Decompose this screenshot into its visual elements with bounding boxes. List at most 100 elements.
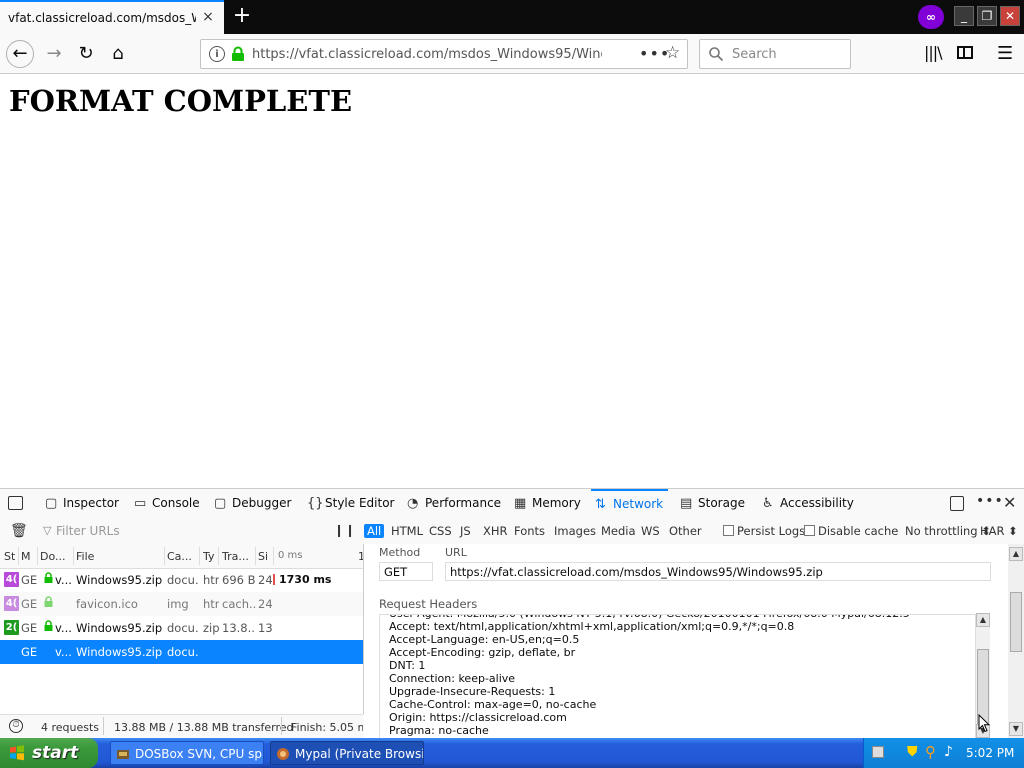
filter-media[interactable]: Media xyxy=(598,524,639,538)
reload-button[interactable]: ↻ xyxy=(72,40,100,68)
network-filter-bar: 🗑 ▽ Filter URLs ❙❙ All HTML CSS JS XHR F… xyxy=(0,518,1024,545)
close-window-button[interactable]: ✕ xyxy=(1000,6,1020,26)
details-scrollbar[interactable]: ▲ ▼ xyxy=(1008,544,1024,739)
filter-images[interactable]: Images xyxy=(551,524,599,538)
filter-urls-input[interactable]: Filter URLs xyxy=(56,524,120,538)
filter-other[interactable]: Other xyxy=(666,524,705,538)
new-tab-button[interactable]: + xyxy=(232,5,252,27)
request-size: 24 xyxy=(258,573,272,587)
column-divider[interactable] xyxy=(18,547,19,565)
element-picker-icon[interactable] xyxy=(8,496,23,510)
pause-icon[interactable]: ❙❙ xyxy=(334,523,356,537)
status-divider xyxy=(281,717,282,735)
tab-accessibility[interactable]: ♿ Accessibility xyxy=(758,489,854,518)
column-divider[interactable] xyxy=(37,547,38,565)
forward-button[interactable]: → xyxy=(40,40,68,68)
request-timing: 1730 ms xyxy=(279,573,332,586)
disable-cache-checkbox[interactable] xyxy=(804,525,815,536)
waterfall-header[interactable]: 0 ms xyxy=(278,550,318,561)
tab-network[interactable]: ⇅ Network xyxy=(591,489,668,520)
taskbar-item-dosbox[interactable]: DOSBox SVN, CPU sp... xyxy=(110,741,264,765)
request-headers-textarea[interactable]: User-Agent: Mozilla/5.0 (Windows NT 5.1;… xyxy=(379,614,976,741)
filter-xhr[interactable]: XHR xyxy=(480,524,511,538)
column-header[interactable]: M xyxy=(21,550,35,563)
storage-icon: ▤ xyxy=(680,496,693,511)
taskbar-item-label: DOSBox SVN, CPU sp... xyxy=(135,747,264,761)
column-header[interactable]: Ty xyxy=(203,550,217,563)
column-divider[interactable] xyxy=(255,547,256,565)
scroll-up-icon[interactable]: ▲ xyxy=(1009,547,1023,561)
table-row[interactable]: 2( GET v... Windows95.zip docu... zip 13… xyxy=(0,616,363,640)
mypal-icon xyxy=(277,748,289,760)
keyboard-icon[interactable] xyxy=(872,746,884,758)
volume-icon[interactable]: ♪ xyxy=(944,744,953,760)
bookmark-star-icon[interactable]: ☆ xyxy=(665,43,680,63)
tab-label: Debugger xyxy=(232,496,292,510)
tab-inspector[interactable]: ▢ Inspector xyxy=(41,489,119,518)
hamburger-menu-icon[interactable]: ☰ xyxy=(997,43,1013,64)
taskbar-item-mypal[interactable]: Mypal (Private Browsi... xyxy=(270,741,424,765)
column-header[interactable]: File xyxy=(76,550,156,563)
filter-html[interactable]: HTML xyxy=(388,524,426,538)
throttling-select[interactable]: No throttling ⬍ xyxy=(905,524,991,538)
maximize-button[interactable]: ❐ xyxy=(977,6,997,26)
tab-style-editor[interactable]: {} Style Editor xyxy=(303,489,394,518)
address-bar[interactable]: i https://vfat.classicreload.com/msdos_W… xyxy=(200,39,688,69)
filter-ws[interactable]: WS xyxy=(638,524,663,538)
table-row-selected[interactable]: GE v... Windows95.zip docu... xyxy=(0,640,363,664)
search-input[interactable]: Search xyxy=(699,39,851,69)
tab-memory[interactable]: ▦ Memory xyxy=(510,489,581,518)
clear-trash-icon[interactable]: 🗑 xyxy=(10,523,28,539)
column-header[interactable]: Tra... xyxy=(222,550,252,563)
column-divider[interactable] xyxy=(73,547,74,565)
column-divider[interactable] xyxy=(164,547,165,565)
column-header[interactable]: Do... xyxy=(40,550,72,563)
column-divider[interactable] xyxy=(273,547,274,565)
performance-stopwatch-icon[interactable]: ⏱ xyxy=(9,719,23,733)
status-badge: 4( xyxy=(4,596,19,611)
scroll-down-icon[interactable]: ▼ xyxy=(1009,722,1023,736)
scrollbar-thumb[interactable] xyxy=(1010,592,1022,652)
tab-console[interactable]: ▭ Console xyxy=(130,489,200,518)
filter-js[interactable]: JS xyxy=(457,524,474,538)
secure-lock-icon xyxy=(232,46,244,61)
method-field[interactable]: GET xyxy=(379,562,433,581)
tab-storage[interactable]: ▤ Storage xyxy=(676,489,745,518)
tab-debugger[interactable]: ▢ Debugger xyxy=(210,489,291,518)
filter-all[interactable]: All xyxy=(364,524,385,538)
column-header[interactable]: Si xyxy=(258,550,272,563)
url-field[interactable]: https://vfat.classicreload.com/msdos_Win… xyxy=(445,562,991,581)
table-row[interactable]: 4( GET favicon.ico img htn cach... 24 xyxy=(0,592,363,616)
home-button[interactable]: ⌂ xyxy=(104,40,132,68)
dock-side-icon[interactable] xyxy=(950,496,964,511)
request-size: 24 xyxy=(258,597,272,611)
minimize-button[interactable]: _ xyxy=(954,6,974,26)
sidebar-icon[interactable] xyxy=(957,46,973,59)
site-info-icon[interactable]: i xyxy=(209,46,225,62)
column-divider[interactable] xyxy=(218,547,219,565)
url-label: URL xyxy=(445,546,467,559)
url-text[interactable]: https://vfat.classicreload.com/msdos_Win… xyxy=(252,47,602,62)
more-options-icon[interactable]: ••• xyxy=(976,493,1004,509)
column-header[interactable]: St xyxy=(4,550,16,563)
column-divider[interactable] xyxy=(199,547,200,565)
back-button[interactable]: ← xyxy=(6,40,34,68)
filter-fonts[interactable]: Fonts xyxy=(511,524,548,538)
column-header[interactable]: Ca... xyxy=(167,550,197,563)
security-shield-icon[interactable]: ⛊ xyxy=(907,744,918,760)
tab-label: Memory xyxy=(532,496,581,510)
request-method: GET xyxy=(21,621,37,635)
start-button[interactable]: start xyxy=(0,738,98,768)
persist-logs-checkbox[interactable] xyxy=(723,525,734,536)
devtools-close-icon[interactable]: ✕ xyxy=(1003,493,1016,512)
performance-icon: ◔ xyxy=(407,496,419,511)
har-menu[interactable]: HAR ⬍ xyxy=(980,524,1018,538)
library-icon[interactable]: |||\ xyxy=(924,43,943,62)
scroll-up-icon[interactable]: ▲ xyxy=(976,613,990,627)
tab-performance[interactable]: ◔ Performance xyxy=(403,489,501,518)
search-tray-icon[interactable]: ⚲ xyxy=(925,743,936,761)
tab-close-icon[interactable]: × xyxy=(200,9,216,25)
table-row[interactable]: 4( GET v... Windows95.zip docu... htn 69… xyxy=(0,568,363,592)
browser-tab[interactable]: vfat.classicreload.com/msdos_Window × xyxy=(0,0,224,34)
filter-css[interactable]: CSS xyxy=(426,524,455,538)
